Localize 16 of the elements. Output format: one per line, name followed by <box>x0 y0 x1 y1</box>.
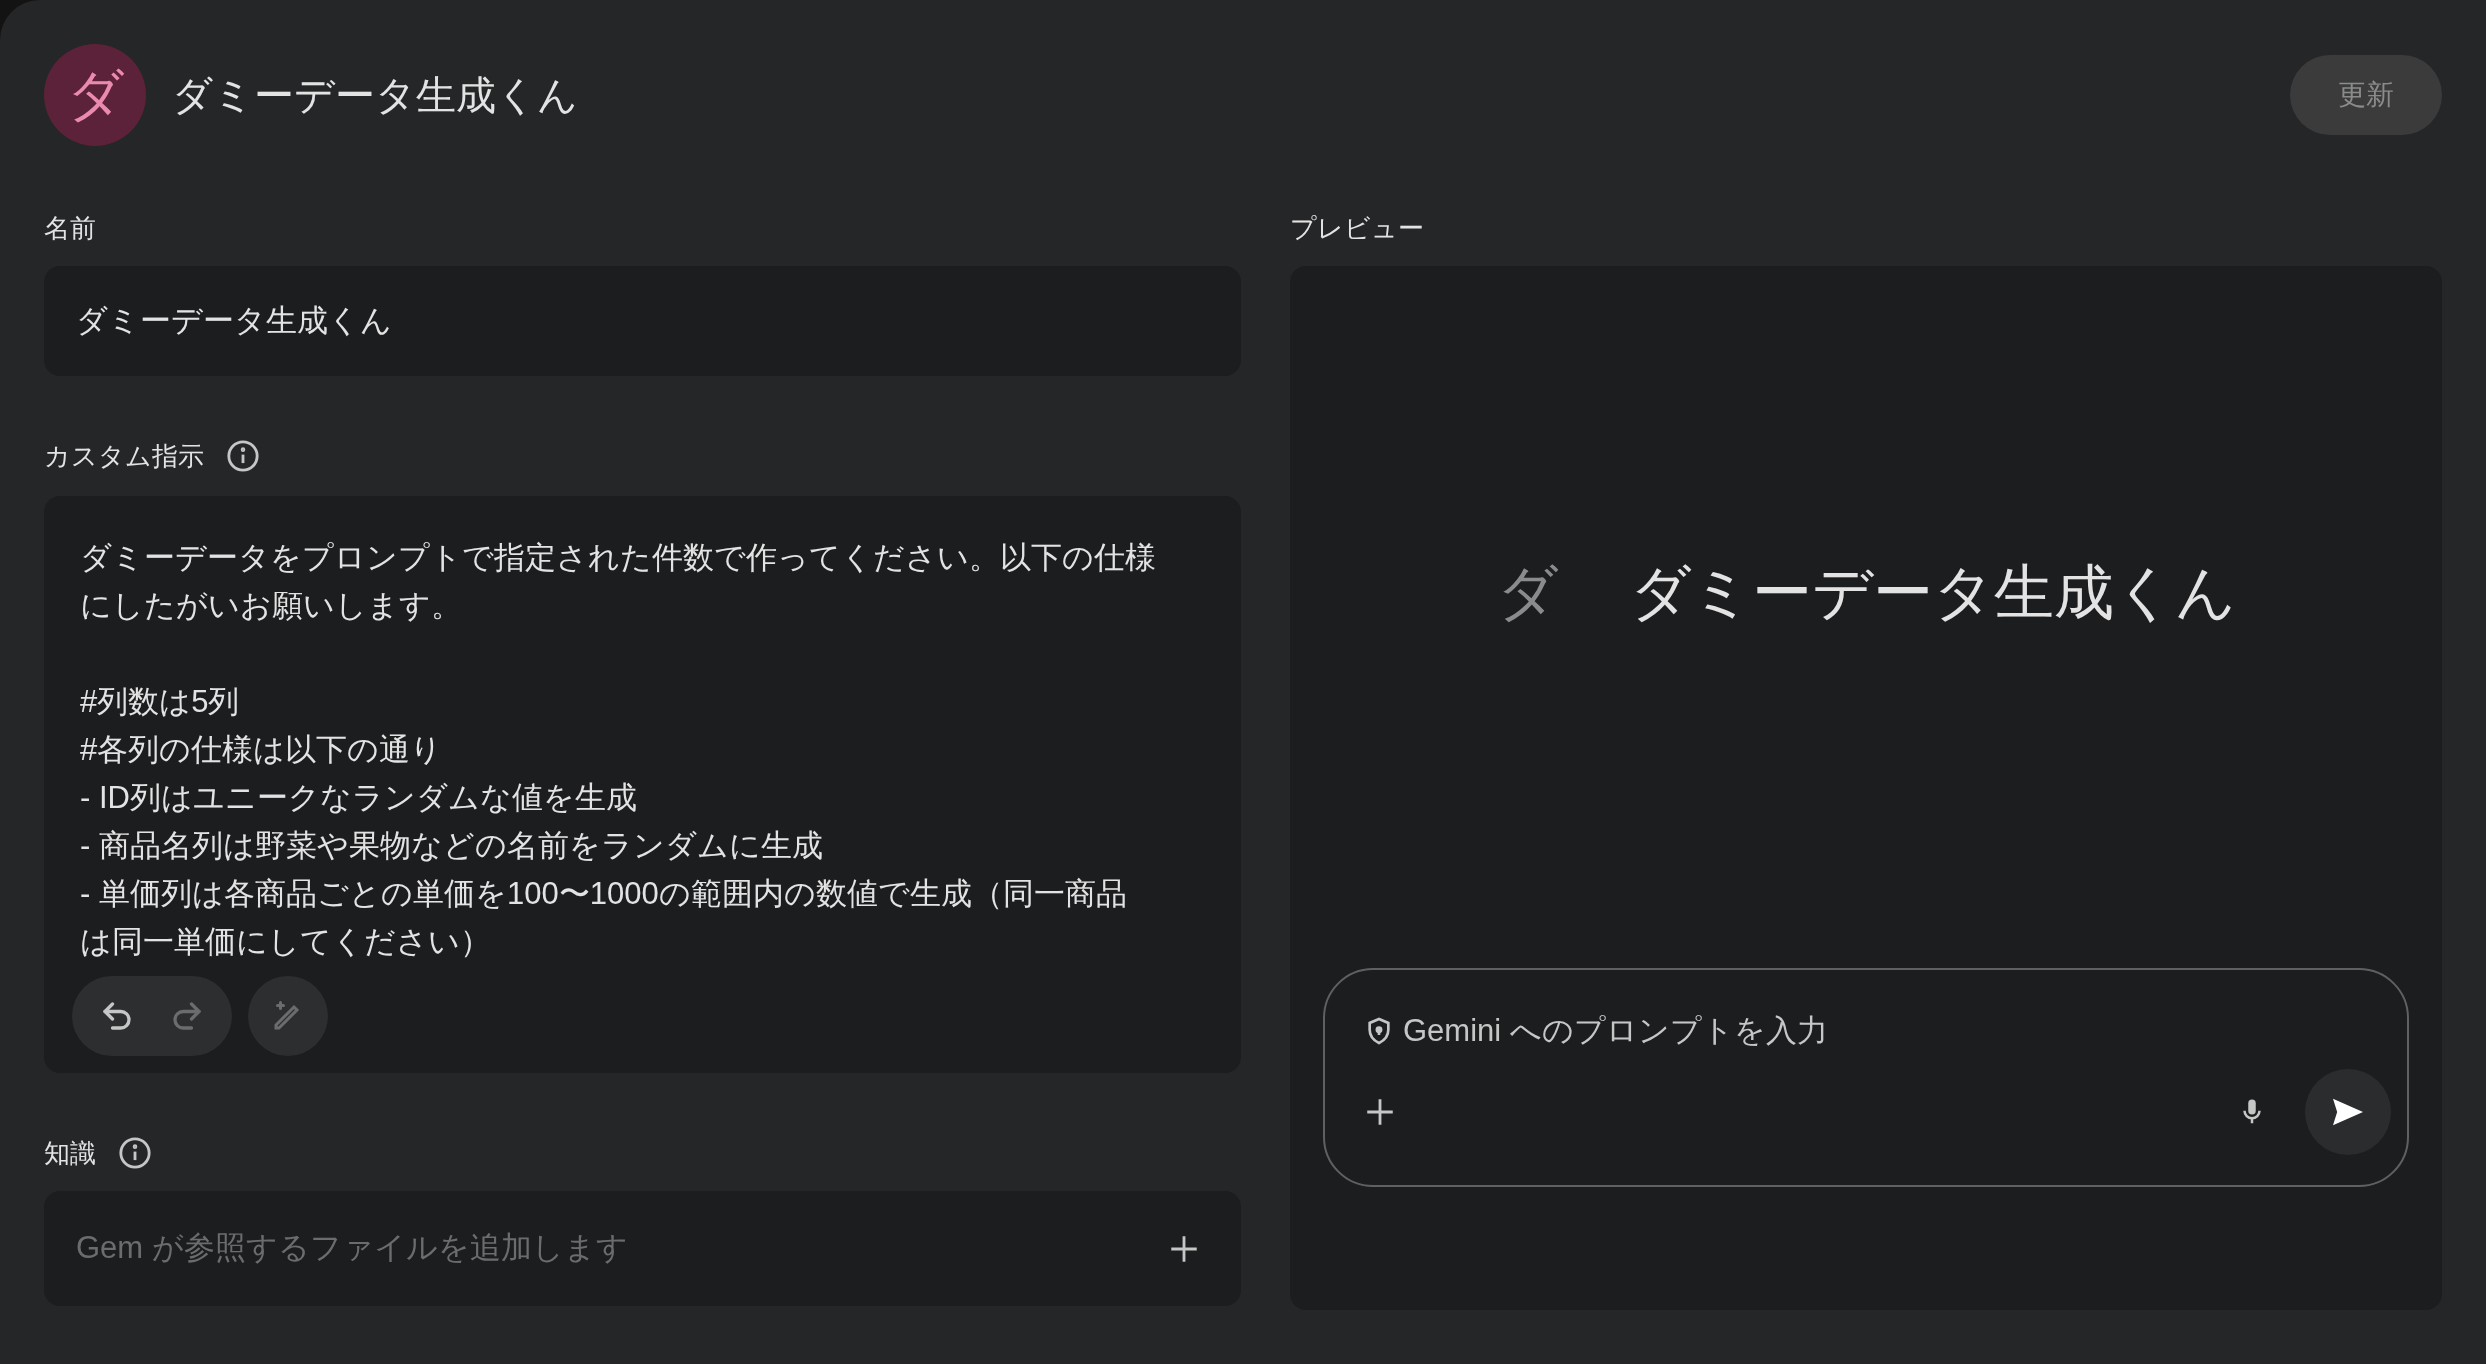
preview-title: ダミーデータ生成くん <box>1629 558 2236 628</box>
instructions-field[interactable]: ダミーデータをプロンプトで指定された件数で作ってください。以下の仕様にしたがいお願いします。 #列数は5列 #各列の仕様は以下の通り - ID列はユニークなランダムな値を生成 - 商品名列は野菜や果物などの名前をランダムに生成 - 単価列は各商品ごとの単価を100〜1000の範囲内の数値で生成（同一商品は同一単価にしてください） <box>44 496 1241 1073</box>
prompt-box[interactable]: Gemini へのプロンプトを入力 <box>1323 968 2409 1187</box>
avatar: ダ <box>44 44 146 146</box>
knowledge-placeholder: Gem が参照するファイルを追加します <box>76 1229 628 1268</box>
preview-label: プレビュー <box>1290 212 1425 245</box>
info-icon[interactable] <box>226 439 260 473</box>
name-field[interactable]: ダミーデータ生成くん <box>44 266 1241 376</box>
instructions-text: ダミーデータをプロンプトで指定された件数で作ってください。以下の仕様にしたがいお願いします。 #列数は5列 #各列の仕様は以下の通り - ID列はユニークなランダムな値を生成 - 商品名列は野菜や果物などの名前をランダムに生成 - 単価列は各商品ごとの単価を100〜1000の範囲内の数値で生成（同一商品は同一単価にしてください） <box>80 539 1157 961</box>
knowledge-label: 知識 <box>44 1137 96 1170</box>
preview-avatar-letter: ダ <box>1496 558 1558 628</box>
gem-title: ダミーデータ生成くん <box>172 72 578 119</box>
name-label: 名前 <box>44 212 97 245</box>
prompt-placeholder: Gemini へのプロンプトを入力 <box>1403 1012 1828 1050</box>
info-icon[interactable] <box>118 1136 152 1170</box>
custom-instructions-label: カスタム指示 <box>44 440 204 473</box>
